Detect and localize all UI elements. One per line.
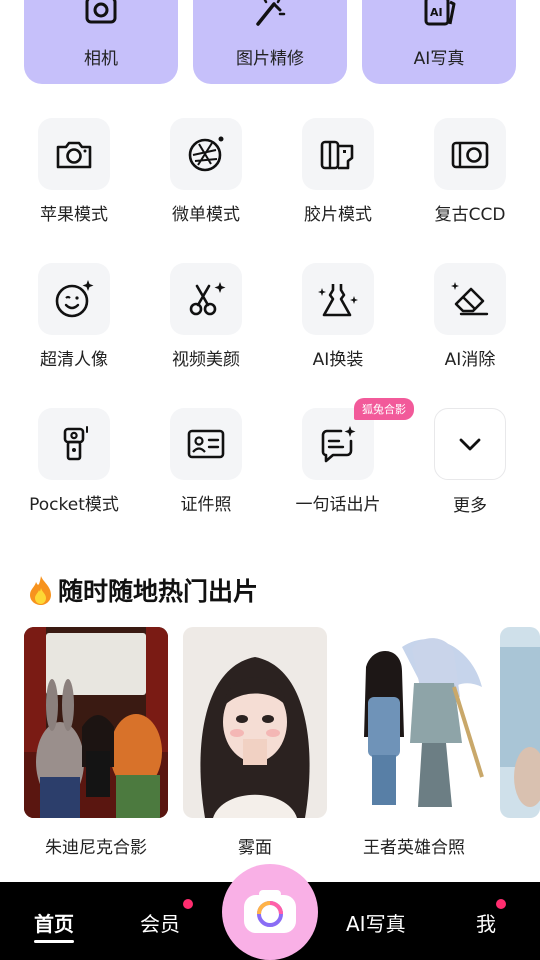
tab-me-label: 我 (476, 912, 496, 936)
dress-icon (318, 284, 358, 317)
tool-mirrorless-mode[interactable]: 微单模式 (140, 118, 272, 228)
tool-id-photo[interactable]: 证件照 (140, 408, 272, 518)
photo-caption: 王者英雄合照 (363, 838, 465, 858)
photo-partial (500, 627, 540, 818)
fire-icon (30, 576, 51, 605)
active-tab-indicator (34, 940, 74, 943)
tool-label: 一句话出片 (295, 495, 381, 515)
tool-hd-portrait[interactable]: 超清人像 (8, 263, 140, 373)
tool-label: Pocket模式 (29, 495, 119, 515)
tool-apple-mode-tile (38, 118, 110, 190)
tool-one-sentence[interactable]: 狐兔合影 一句话出片 (272, 398, 414, 518)
tool-film-mode-tile (302, 118, 374, 190)
member-notification-dot (183, 899, 193, 909)
chat-sparkle-icon (321, 426, 356, 463)
tool-label: 超清人像 (40, 350, 108, 370)
tool-label: 微单模式 (172, 205, 240, 225)
tool-pocket-mode[interactable]: Pocket模式 (8, 408, 140, 518)
tool-apple-mode[interactable]: 苹果模式 (8, 118, 140, 228)
ccd-camera-icon (451, 141, 489, 169)
tool-ai-eraser[interactable]: AI消除 (404, 263, 536, 373)
tab-home-label: 首页 (34, 912, 74, 936)
svg-text:AI: AI (430, 6, 443, 19)
tool-label: 证件照 (180, 495, 232, 515)
tool-pocket-mode-tile (38, 408, 110, 480)
tool-more-tile (434, 408, 506, 480)
photo-card[interactable] (500, 627, 540, 818)
photo-caption: 朱迪尼克合影 (45, 838, 147, 858)
section-title: 随时随地热门出片 (58, 577, 259, 606)
magic-wand-icon (256, 0, 286, 26)
tab-member-label: 会员 (140, 912, 180, 936)
photo-card[interactable]: 王者英雄合照 (342, 627, 486, 858)
tool-id-photo-tile (170, 408, 242, 480)
tool-video-beauty-tile (170, 263, 242, 335)
tool-label: 视频美颜 (172, 350, 240, 370)
camera-shutter-icon (244, 890, 296, 933)
photo-card[interactable]: 雾面 (183, 627, 327, 858)
tab-me[interactable]: 我 (476, 908, 496, 937)
hot-section-header: 随时随地热门出片 (26, 572, 258, 608)
tool-label: 苹果模式 (40, 205, 108, 225)
aperture-icon (188, 136, 224, 172)
tool-label: 胶片模式 (304, 205, 372, 225)
photo-hero-group (342, 627, 486, 818)
me-notification-dot (496, 899, 506, 909)
scissors-icon (189, 282, 226, 316)
tool-ai-outfit-tile (302, 263, 374, 335)
photo-zootopia (24, 627, 168, 818)
center-camera-button[interactable] (222, 864, 318, 960)
tool-ai-outfit[interactable]: AI换装 (272, 263, 404, 373)
tab-ai-portrait[interactable]: AI写真 (346, 908, 406, 937)
retouch-card[interactable]: 图片精修 (193, 0, 347, 84)
tab-ai-portrait-label: AI写真 (346, 912, 406, 936)
tool-film-mode[interactable]: 胶片模式 (272, 118, 404, 228)
camera-icon (85, 0, 117, 24)
ai-portrait-icon: AI (424, 0, 456, 26)
photo-card[interactable]: 朱迪尼克合影 (24, 627, 168, 858)
top-cards: 相机 图片精修 AI AI写真 (24, 0, 516, 84)
tool-mirrorless-mode-tile (170, 118, 242, 190)
tool-label: AI消除 (444, 350, 496, 370)
chevron-down-icon (459, 438, 481, 451)
film-roll-icon (320, 140, 354, 170)
tool-hd-portrait-tile (38, 263, 110, 335)
photo-matte (183, 627, 327, 818)
camera-outline-icon (56, 141, 92, 169)
tool-video-beauty[interactable]: 视频美颜 (140, 263, 272, 373)
tool-label: 复古CCD (434, 205, 506, 225)
face-sparkle-icon (55, 280, 94, 318)
tool-label: AI换装 (312, 350, 364, 370)
eraser-icon (451, 282, 489, 316)
ai-portrait-card[interactable]: AI AI写真 (362, 0, 516, 84)
tool-more[interactable]: 更多 (404, 408, 536, 518)
tool-retro-ccd[interactable]: 复古CCD (404, 118, 536, 228)
home-screen: 相机 图片精修 AI AI写真 苹果模式 微单模式 胶片模式 复古CCD 超清人… (0, 0, 540, 960)
photo-caption: 雾面 (238, 838, 272, 858)
id-card-icon (187, 429, 225, 459)
tab-member[interactable]: 会员 (140, 908, 180, 937)
tool-label: 更多 (453, 496, 487, 516)
tool-ai-eraser-tile (434, 263, 506, 335)
tab-home[interactable]: 首页 (34, 908, 74, 943)
retouch-card-label: 图片精修 (236, 49, 304, 69)
camera-card[interactable]: 相机 (24, 0, 178, 84)
tool-retro-ccd-tile (434, 118, 506, 190)
camera-card-label: 相机 (84, 49, 118, 69)
pocket-camera-icon (63, 426, 88, 461)
ai-portrait-card-label: AI写真 (413, 49, 465, 69)
